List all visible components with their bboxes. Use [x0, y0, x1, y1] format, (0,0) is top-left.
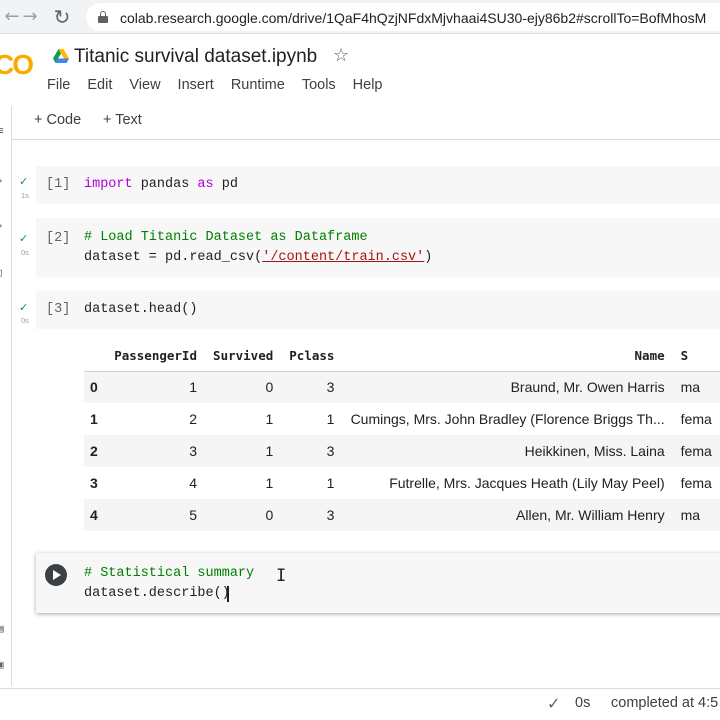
menu-view[interactable]: View — [129, 77, 160, 93]
cell-passengerid: 4 — [105, 467, 205, 499]
column-header-name: Name — [342, 341, 673, 372]
cell-pclass: 1 — [281, 467, 343, 499]
browser-toolbar: ← → ↻ colab.research.google.com/drive/1Q… — [0, 0, 720, 34]
cell-name: Braund, Mr. Owen Harris — [342, 371, 673, 403]
menu-edit[interactable]: Edit — [87, 77, 112, 93]
address-bar[interactable]: colab.research.google.com/drive/1QaF4hQz… — [86, 3, 720, 31]
files-icon[interactable]: ▯ — [0, 266, 4, 279]
cell-sex: ma — [672, 371, 720, 403]
row-index: 2 — [84, 435, 106, 467]
column-header-index — [84, 341, 106, 372]
table-row: 3 4 1 1 Futrelle, Mrs. Jacques Heath (Li… — [84, 467, 720, 499]
cell-exec-time: 0s — [21, 248, 29, 257]
reload-icon[interactable]: ↻ — [50, 5, 74, 29]
menu-runtime[interactable]: Runtime — [231, 77, 285, 93]
column-header-pclass: Pclass — [281, 341, 343, 372]
dataframe-output-table: PassengerId Survived Pclass Name S 0 1 0… — [84, 341, 720, 531]
cell-executed-check-icon: ✓ — [19, 301, 29, 314]
cell-pclass: 3 — [281, 499, 343, 531]
run-cell-button[interactable] — [45, 564, 67, 586]
ibeam-cursor-icon: I — [276, 566, 287, 586]
row-index: 0 — [84, 371, 106, 403]
code-snippet-icon[interactable]: › — [0, 219, 4, 232]
active-code-cell[interactable]: # Statistical summary dataset.describe() — [36, 553, 720, 613]
code-line[interactable]: dataset.describe() — [84, 586, 230, 601]
status-exec-time: 0s — [575, 695, 591, 711]
cell-executed-check-icon: ✓ — [19, 175, 29, 188]
table-row: 1 2 1 1 Cumings, Mrs. John Bradley (Flor… — [84, 403, 720, 435]
google-drive-icon[interactable] — [53, 49, 69, 64]
menu-insert[interactable]: Insert — [178, 77, 214, 93]
side-rail: ≡ › › ▯ ▤ ▣ — [0, 106, 12, 686]
status-check-icon: ✓ — [547, 694, 561, 713]
table-row: 0 1 0 3 Braund, Mr. Owen Harris ma — [84, 371, 720, 403]
notebook-toolbar: + Code + Text — [0, 106, 720, 140]
cell-survived: 0 — [205, 371, 282, 403]
cell-sex: fema — [672, 403, 720, 435]
cell-name: Heikkinen, Miss. Laina — [342, 435, 673, 467]
cell-survived: 0 — [205, 499, 282, 531]
cell-exec-time: 0s — [21, 316, 29, 325]
menu-tools[interactable]: Tools — [302, 77, 336, 93]
execution-count: [1] — [46, 177, 71, 192]
cell-passengerid: 5 — [105, 499, 205, 531]
cell-survived: 1 — [205, 467, 282, 499]
cell-exec-time: 1s — [21, 191, 29, 200]
cell-pclass: 3 — [281, 371, 343, 403]
code-cell-2[interactable]: ✓ 0s [2] # Load Titanic Dataset as Dataf… — [19, 218, 720, 277]
row-index: 1 — [84, 403, 106, 435]
column-header-sex: S — [672, 341, 720, 372]
execution-count: [2] — [46, 231, 71, 246]
code-comment[interactable]: # Load Titanic Dataset as Dataframe — [84, 230, 368, 245]
command-palette-icon[interactable]: ▣ — [0, 658, 4, 671]
cell-sex: ma — [672, 499, 720, 531]
table-row: 4 5 0 3 Allen, Mr. William Henry ma — [84, 499, 720, 531]
cell-pclass: 1 — [281, 403, 343, 435]
star-icon[interactable]: ☆ — [333, 45, 349, 66]
code-comment[interactable]: # Statistical summary — [84, 566, 254, 581]
add-code-button[interactable]: + Code — [34, 112, 81, 128]
cell-name: Allen, Mr. William Henry — [342, 499, 673, 531]
code-cell-1[interactable]: ✓ 1s [1] import pandas as pd — [19, 166, 720, 204]
cell-passengerid: 2 — [105, 403, 205, 435]
column-header-survived: Survived — [205, 341, 282, 372]
cell-sex: fema — [672, 435, 720, 467]
cell-name: Cumings, Mrs. John Bradley (Florence Bri… — [342, 403, 673, 435]
cell-name: Futrelle, Mrs. Jacques Heath (Lily May P… — [342, 467, 673, 499]
terminal-icon[interactable]: ▤ — [0, 622, 4, 635]
cell-sex: fema — [672, 467, 720, 499]
table-of-contents-icon[interactable]: ≡ — [0, 124, 4, 137]
search-icon[interactable]: › — [0, 174, 4, 187]
column-header-passengerid: PassengerId — [105, 341, 205, 372]
menu-file[interactable]: File — [47, 77, 70, 93]
url-text[interactable]: colab.research.google.com/drive/1QaF4hQz… — [120, 10, 706, 26]
row-index: 4 — [84, 499, 106, 531]
cell-pclass: 3 — [281, 435, 343, 467]
add-text-button[interactable]: + Text — [103, 112, 142, 128]
notebook-title[interactable]: Titanic survival dataset.ipynb — [74, 46, 317, 68]
code-line[interactable]: dataset.head() — [84, 302, 197, 317]
row-index: 3 — [84, 467, 106, 499]
execution-count: [3] — [46, 302, 71, 317]
cell-passengerid: 1 — [105, 371, 205, 403]
table-row: 2 3 1 3 Heikkinen, Miss. Laina fema — [84, 435, 720, 467]
menu-help[interactable]: Help — [353, 77, 383, 93]
colab-logo[interactable]: CO — [0, 49, 34, 81]
cell-survived: 1 — [205, 403, 282, 435]
status-bar: ✓ 0s completed at 4:5 — [0, 688, 720, 720]
code-cell-3[interactable]: ✓ 0s [3] dataset.head() — [19, 291, 720, 329]
play-icon — [53, 570, 61, 580]
status-message[interactable]: completed at 4:5 — [611, 695, 718, 711]
lock-icon[interactable] — [98, 11, 108, 23]
code-line[interactable]: dataset = pd.read_csv('/content/train.cs… — [84, 250, 432, 265]
menu-bar: File Edit View Insert Runtime Tools Help — [47, 77, 400, 93]
text-cursor — [227, 586, 229, 602]
cell-passengerid: 3 — [105, 435, 205, 467]
code-line[interactable]: import pandas as pd — [84, 177, 238, 192]
cell-executed-check-icon: ✓ — [19, 232, 29, 245]
forward-arrow-icon[interactable]: → — [18, 5, 42, 29]
table-header-row: PassengerId Survived Pclass Name S — [84, 341, 720, 372]
cell-survived: 1 — [205, 435, 282, 467]
